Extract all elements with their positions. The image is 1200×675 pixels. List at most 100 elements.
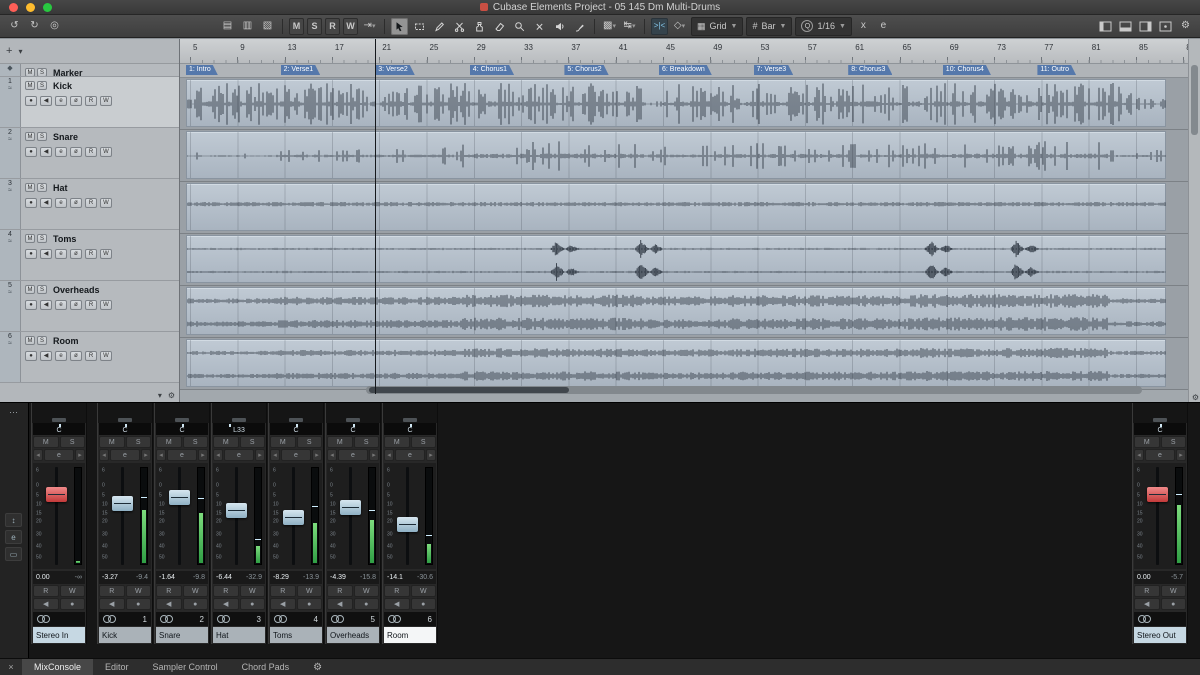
zoom-window-button[interactable] — [43, 2, 52, 12]
write-button[interactable]: W — [125, 585, 151, 597]
track-record-arm-icon[interactable]: ● — [25, 248, 37, 259]
tab-editor[interactable]: Editor — [93, 659, 141, 675]
pan-control[interactable]: C — [384, 423, 436, 435]
channel-name[interactable]: Snare — [156, 627, 208, 643]
track-write-automation-icon[interactable]: W — [100, 146, 112, 157]
autoscroll-button[interactable]: ⇥ ▾ — [361, 18, 378, 35]
tab-chord-pads[interactable]: Chord Pads — [230, 659, 302, 675]
track-monitor-icon[interactable]: ◀ — [40, 146, 52, 157]
marker-flag[interactable]: 1: Intro — [186, 65, 218, 75]
mute-tool[interactable] — [531, 18, 548, 35]
mute-button[interactable]: M — [213, 436, 239, 448]
solo-button[interactable]: S — [1160, 436, 1186, 448]
marker-flag[interactable]: 6: Breakdown — [659, 65, 712, 75]
channel-name[interactable]: Room — [384, 627, 436, 643]
next-channel-button[interactable]: ▸ — [426, 449, 436, 461]
read-button[interactable]: R — [99, 585, 125, 597]
project-cursor[interactable] — [375, 39, 376, 394]
deactivate-all-solo-button[interactable]: S — [307, 17, 322, 35]
marker-flag[interactable]: 3: Verse2 — [375, 65, 415, 75]
ruler[interactable]: 5 9 13 17 21 25 29 33 37 41 45 49 53 57 61 65 69 73 77 81 85… — [180, 39, 1188, 64]
edit-channel-button[interactable]: e — [395, 449, 425, 461]
setup-toolbar-button[interactable]: ⚙ — [1177, 18, 1194, 35]
iterative-quantize-button[interactable]: x — [855, 18, 872, 35]
snap-type-button[interactable]: ◇ ▾ — [671, 18, 688, 35]
channel-name[interactable]: Kick — [99, 627, 151, 643]
track-record-arm-icon[interactable]: ● — [25, 146, 37, 157]
track-solo-button[interactable]: S — [37, 336, 47, 345]
solo-button[interactable]: S — [239, 436, 265, 448]
track-read-automation-icon[interactable]: R — [85, 197, 97, 208]
undo-button[interactable]: ↺ — [6, 18, 23, 35]
prev-channel-button[interactable]: ◂ — [270, 449, 280, 461]
glue-tool[interactable] — [471, 18, 488, 35]
vertical-scroll-thumb[interactable] — [1191, 65, 1198, 135]
read-button[interactable]: R — [384, 585, 410, 597]
record-arm-button[interactable]: ● — [239, 598, 265, 610]
track-read-automation-icon[interactable]: R — [85, 299, 97, 310]
read-button[interactable]: R — [156, 585, 182, 597]
track-presets-button[interactable]: ▾ — [18, 47, 22, 56]
monitor-button[interactable]: ◀ — [99, 598, 125, 610]
fader-db-value[interactable]: -8.29 — [273, 574, 289, 581]
fader-handle[interactable] — [283, 509, 304, 525]
track-mute-button[interactable]: M — [25, 336, 35, 345]
marker-lane[interactable]: 1: Intro 2: Verse1 3: Verse2 4: Chorus1 5: C… — [180, 64, 1188, 78]
track-row-room[interactable]: 6 ≈ M S Room ● ◀ e ø R W — [0, 332, 179, 383]
fader-db-value[interactable]: -1.64 — [159, 574, 175, 581]
track-mute-button[interactable]: M — [25, 183, 35, 192]
next-channel-button[interactable]: ▸ — [255, 449, 265, 461]
track-monitor-icon[interactable]: ◀ — [40, 248, 52, 259]
fader-handle[interactable] — [397, 517, 418, 533]
marker-flag[interactable]: 11: Outro — [1037, 65, 1076, 75]
automation-follows-events-button[interactable]: ▤ — [219, 18, 236, 35]
quantize-preset-select[interactable]: Q 1/16 ▼ — [795, 16, 852, 36]
next-channel-button[interactable]: ▸ — [312, 449, 322, 461]
track-monitor-icon[interactable]: ◀ — [40, 299, 52, 310]
track-edit-channel-icon[interactable]: e — [55, 197, 67, 208]
fader-db-value[interactable]: -14.1 — [387, 574, 403, 581]
write-button[interactable]: W — [1160, 585, 1186, 597]
track-row-hat[interactable]: 3 ≈ M S Hat ● ◀ e ø R W — [0, 179, 179, 230]
color-menu-button[interactable]: ▩ ▾ — [601, 18, 618, 35]
solo-button[interactable]: S — [296, 436, 322, 448]
edit-channel-button[interactable]: e — [110, 449, 140, 461]
pan-control[interactable]: C — [327, 423, 379, 435]
read-button[interactable]: R — [1134, 585, 1160, 597]
write-button[interactable]: W — [59, 585, 85, 597]
grid-mode-select[interactable]: ▦ Grid ▼ — [691, 16, 744, 36]
track-mute-button[interactable]: M — [25, 68, 35, 76]
snap-button[interactable]: >|< — [651, 17, 668, 35]
marker-flag[interactable]: 5: Chorus2 — [564, 65, 608, 75]
track-edit-channel-icon[interactable]: e — [55, 299, 67, 310]
track-write-automation-icon[interactable]: W — [100, 197, 112, 208]
activate-project-button[interactable]: ◎ — [46, 18, 63, 35]
audio-event[interactable] — [186, 79, 1166, 127]
nudge-palette-button[interactable]: ↹ ▾ — [621, 18, 638, 35]
redo-button[interactable]: ↻ — [26, 18, 43, 35]
solo-button[interactable]: S — [182, 436, 208, 448]
record-arm-button[interactable]: ● — [296, 598, 322, 610]
acoustic-feedback-button[interactable]: ▥ — [239, 18, 256, 35]
prev-channel-button[interactable]: ◂ — [156, 449, 166, 461]
next-channel-button[interactable]: ▸ — [141, 449, 151, 461]
show-lower-zone-button[interactable] — [1117, 18, 1134, 35]
fader-db-value[interactable]: 0.00 — [1137, 574, 1151, 581]
quantize-panel-button[interactable]: e — [875, 18, 892, 35]
prev-channel-button[interactable]: ◂ — [1134, 449, 1144, 461]
pan-control[interactable]: C — [33, 423, 85, 435]
read-all-button[interactable]: R — [325, 17, 340, 35]
track-mute-button[interactable]: M — [25, 234, 35, 243]
monitor-button[interactable]: ◀ — [33, 598, 59, 610]
edit-channel-button[interactable]: e — [281, 449, 311, 461]
mute-button[interactable]: M — [327, 436, 353, 448]
track-read-automation-icon[interactable]: R — [85, 350, 97, 361]
expand-tracks-button[interactable]: ▾ — [158, 391, 162, 400]
solo-button[interactable]: S — [410, 436, 436, 448]
fader-handle[interactable] — [226, 503, 247, 519]
track-solo-button[interactable]: S — [37, 68, 47, 76]
play-tool[interactable] — [551, 18, 568, 35]
edit-channel-button[interactable]: e — [44, 449, 74, 461]
track-edit-channel-icon[interactable]: e — [55, 350, 67, 361]
fader-handle[interactable] — [112, 496, 133, 512]
